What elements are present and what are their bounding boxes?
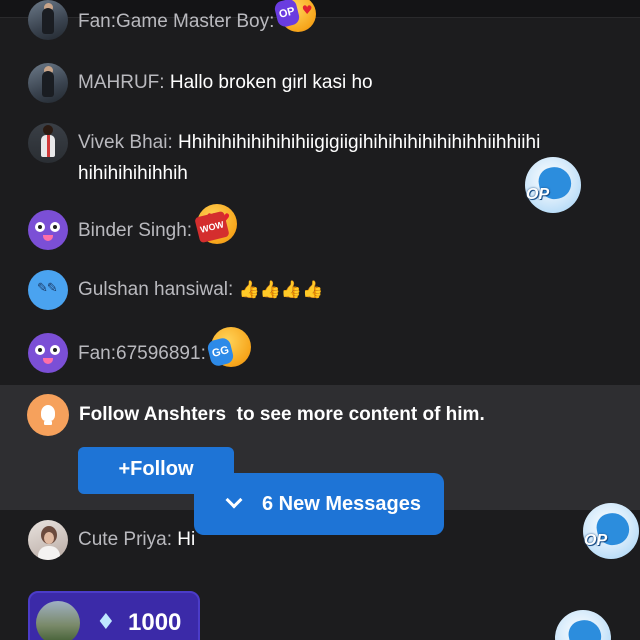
avatar[interactable] xyxy=(28,63,68,103)
message-body: Fan:Game Master Boy: OP ♥ xyxy=(78,0,316,34)
thumbs-up-icon: 👍👍👍👍 xyxy=(238,280,324,300)
chat-message: Fan:67596891: GG xyxy=(28,327,252,373)
chat-message: Cute Priya: Hi xyxy=(28,520,195,560)
chevron-down-icon xyxy=(225,491,243,509)
op-sticker-icon: OP ♥ xyxy=(272,0,316,32)
user-name[interactable]: Fan:Game Master Boy xyxy=(78,11,269,32)
chat-message: Fan:Game Master Boy: OP ♥ xyxy=(28,0,316,40)
message-body: Cute Priya: Hi xyxy=(78,529,196,550)
message-body: MAHRUF: Hallo broken girl kasi ho xyxy=(78,72,373,93)
user-name[interactable]: Vivek Bhai xyxy=(78,132,167,153)
op-badge-icon xyxy=(555,610,611,640)
message-body: Binder Singh: ♥♥WOW xyxy=(78,204,238,244)
follow-prompt-text: Follow Anshters to see more content of h… xyxy=(79,404,485,425)
avatar[interactable] xyxy=(28,123,68,163)
message-text: Hhihihihihihihihiigigiigihihihihihihihih… xyxy=(178,132,541,153)
chat-message: MAHRUF: Hallo broken girl kasi ho xyxy=(28,63,373,103)
chat-message: Binder Singh: ♥♥WOW xyxy=(28,204,238,250)
message-text: Hallo broken girl kasi ho xyxy=(169,72,373,93)
user-name[interactable]: MAHRUF xyxy=(78,72,159,93)
avatar[interactable] xyxy=(28,0,68,40)
wow-sticker-icon: ♥♥WOW xyxy=(194,204,238,244)
new-messages-label: 6 New Messages xyxy=(262,492,421,515)
gg-sticker-icon: GG xyxy=(206,327,252,368)
op-badge-icon: OP xyxy=(525,157,581,213)
lightbulb-icon xyxy=(27,394,69,436)
avatar[interactable] xyxy=(28,210,68,250)
message-body: Gulshan hansiwal: 👍👍👍👍 xyxy=(78,279,324,301)
op-badge-icon: OP xyxy=(583,503,639,559)
chat-message: ✎✎ Gulshan hansiwal: 👍👍👍👍 xyxy=(28,270,323,310)
message-text: Hi xyxy=(177,529,196,550)
user-name[interactable]: Fan:67596891 xyxy=(78,343,201,364)
message-text-continued: hihihihihihhih xyxy=(78,163,188,184)
user-name[interactable]: Cute Priya xyxy=(78,529,167,550)
user-name[interactable]: Binder Singh xyxy=(78,220,187,241)
user-name[interactable]: Gulshan hansiwal xyxy=(78,279,228,300)
diamond-icon: ♦ xyxy=(96,610,116,635)
avatar[interactable] xyxy=(28,333,68,373)
gift-thumbnail xyxy=(36,601,80,640)
gift-amount: 1000 xyxy=(128,609,182,636)
message-body: Fan:67596891: GG xyxy=(78,327,252,368)
new-messages-button[interactable]: 6 New Messages xyxy=(194,473,444,535)
avatar[interactable] xyxy=(28,520,68,560)
avatar[interactable]: ✎✎ xyxy=(28,270,68,310)
gift-card[interactable]: ♦ 1000 xyxy=(28,591,200,640)
